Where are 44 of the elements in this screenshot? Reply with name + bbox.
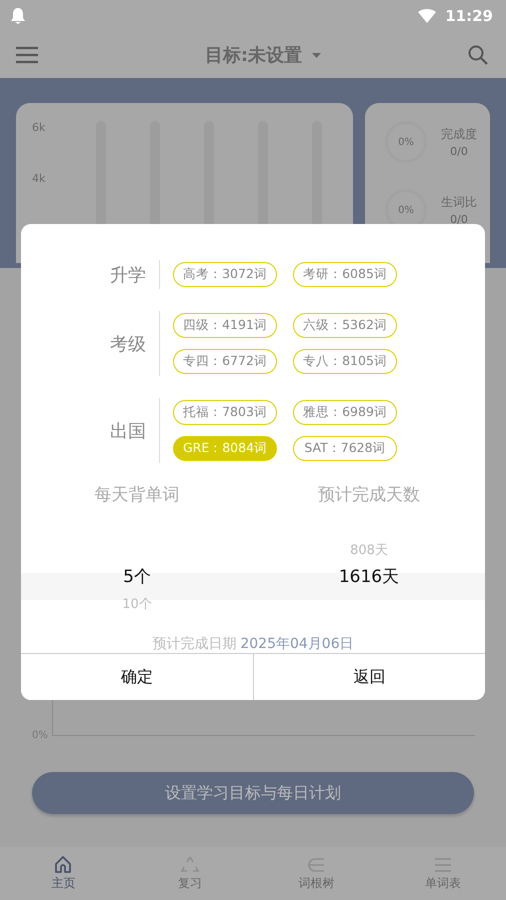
- finish-date: 2025年04月06日: [240, 635, 354, 653]
- picker-heading: 预计完成天数: [318, 484, 420, 506]
- nav-tab[interactable]: 复习: [126, 847, 253, 900]
- stat-count: 0/0: [450, 145, 468, 158]
- stat-count: 0/0: [450, 213, 468, 226]
- stat-label: 生词比: [441, 194, 477, 211]
- picker-heading: 每天背单词: [94, 484, 180, 506]
- nav-tab[interactable]: 词根树: [253, 847, 380, 900]
- wordbook-option[interactable]: 考研：6085词: [293, 262, 397, 287]
- recycle-icon: [180, 855, 200, 873]
- picker-option[interactable]: 808天: [350, 540, 388, 558]
- axis-label: 4k: [32, 172, 46, 185]
- wifi-icon: [418, 9, 436, 23]
- clock-time: 11:29: [445, 7, 493, 25]
- menu-icon[interactable]: [16, 46, 38, 64]
- notification-icon: [10, 7, 26, 25]
- title-dropdown[interactable]: 目标:未设置: [204, 43, 322, 67]
- nav-tab[interactable]: 单词表: [380, 847, 506, 900]
- picker-option[interactable]: 1616天: [338, 565, 400, 588]
- wordbook-option[interactable]: 六级：5362词: [293, 313, 397, 338]
- wordbook-option[interactable]: 四级：4191词: [173, 313, 277, 338]
- list-icon: [432, 855, 453, 873]
- home-icon: [53, 855, 74, 873]
- plan-button[interactable]: 设置学习目标与每日计划: [32, 772, 474, 814]
- wordbook-option[interactable]: 专四：6772词: [173, 349, 277, 374]
- wordbook-option[interactable]: 托福：7803词: [173, 400, 277, 425]
- picker-option[interactable]: 10个: [122, 594, 152, 612]
- caret-icon: [312, 52, 322, 58]
- wordbook-option[interactable]: 高考：3072词: [173, 262, 277, 287]
- nav-tab[interactable]: 主页: [0, 847, 126, 900]
- category-label: 升学: [109, 264, 147, 286]
- wordbook-option[interactable]: SAT：7628词: [293, 436, 397, 461]
- progress-ring: 0%: [385, 121, 427, 163]
- wordbook-option[interactable]: 专八：8105词: [293, 349, 397, 374]
- axis-label: 6k: [32, 121, 46, 134]
- search-icon[interactable]: [468, 45, 488, 65]
- branch-icon: [306, 855, 326, 873]
- category-label: 出国: [109, 420, 147, 442]
- finish-label: 预计完成日期: [152, 635, 236, 653]
- picker-option[interactable]: 5个: [123, 565, 151, 588]
- stat-label: 完成度: [441, 126, 477, 143]
- wordbook-option[interactable]: 雅思：6989词: [293, 400, 397, 425]
- dialog-button[interactable]: 返回: [252, 654, 485, 700]
- category-label: 考级: [109, 332, 147, 356]
